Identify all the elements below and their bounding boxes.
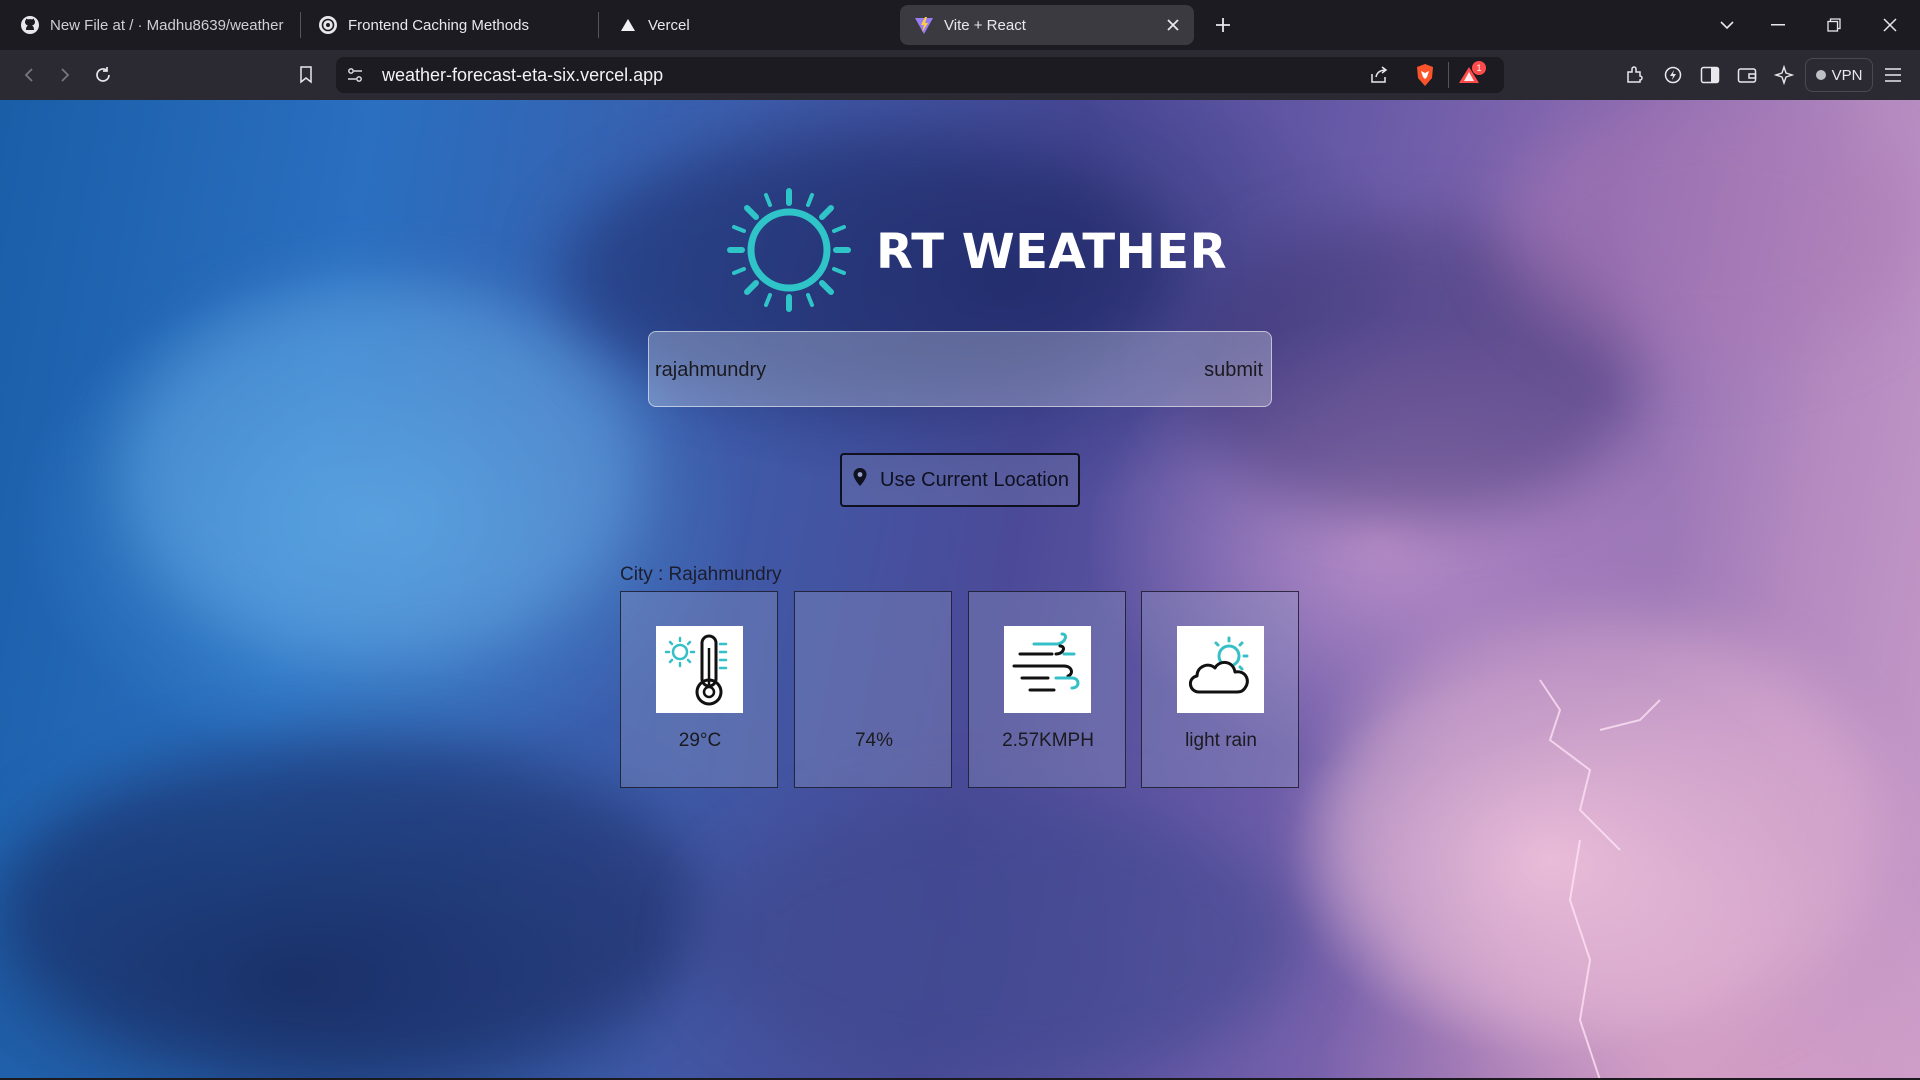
app-title: RT WEATHER	[876, 224, 1228, 280]
extensions-icon[interactable]	[1620, 60, 1650, 90]
map-pin-icon	[852, 467, 868, 493]
city-label: City : Rajahmundry	[620, 564, 782, 585]
close-window-icon[interactable]	[1872, 10, 1908, 40]
back-icon[interactable]	[14, 60, 44, 90]
sidebar-toggle-icon[interactable]	[1695, 60, 1725, 90]
app-header: RT WEATHER	[724, 187, 1227, 317]
toolbar-separator	[1448, 62, 1449, 88]
wind-speed-value: 2.57KMPH	[1002, 730, 1094, 751]
tab-list-chevron-icon[interactable]	[1709, 10, 1745, 40]
partly-cloudy-icon	[1177, 626, 1264, 713]
sun-logo-icon	[724, 185, 854, 320]
menu-icon[interactable]	[1878, 60, 1908, 90]
background-cloud	[1500, 100, 1920, 360]
chatgpt-icon	[318, 15, 338, 35]
vpn-status-icon	[1815, 70, 1826, 80]
city-search-input[interactable]	[655, 350, 1175, 390]
github-icon	[20, 15, 40, 35]
bookmark-icon[interactable]	[291, 60, 321, 90]
close-tab-icon[interactable]	[1162, 14, 1184, 36]
vpn-label: VPN	[1831, 66, 1863, 84]
forward-icon[interactable]	[50, 60, 80, 90]
url-text[interactable]: weather-forecast-eta-six.vercel.app	[382, 64, 663, 86]
speedreader-icon[interactable]	[1658, 60, 1688, 90]
tab-vercel[interactable]: Vercel	[604, 5, 894, 45]
tab-frontend-caching[interactable]: Frontend Caching Methods	[304, 5, 594, 45]
location-button-label: Use Current Location	[880, 468, 1069, 491]
temperature-card: 29°C	[620, 591, 778, 788]
humidity-value: 74%	[854, 730, 894, 751]
background-cloud	[120, 280, 640, 660]
site-settings-icon[interactable]	[340, 60, 370, 90]
search-form: submit	[648, 331, 1272, 407]
tab-title: New File at / · Madhu8639/weather	[50, 16, 284, 34]
use-current-location-button[interactable]: Use Current Location	[840, 453, 1080, 507]
condition-card: light rain	[1141, 591, 1299, 788]
tab-title: Frontend Caching Methods	[348, 16, 529, 34]
reload-icon[interactable]	[88, 60, 118, 90]
tab-vite-react[interactable]: Vite + React	[900, 5, 1194, 45]
notification-badge: 1	[1472, 61, 1486, 75]
tab-title: Vercel	[648, 16, 690, 34]
tab-separator	[300, 12, 301, 38]
vite-icon	[914, 15, 934, 35]
tab-bar: New File at / · Madhu8639/weather Fronte…	[0, 0, 1920, 50]
submit-button[interactable]: submit	[1202, 350, 1265, 390]
vpn-button[interactable]: VPN	[1805, 58, 1873, 92]
wind-card: 2.57KMPH	[968, 591, 1126, 788]
lightning-bolt	[1539, 679, 1661, 1078]
tab-title: Vite + React	[944, 16, 1026, 34]
brave-shields-icon[interactable]	[1410, 60, 1440, 90]
temperature-value: 29°C	[678, 730, 722, 751]
background-cloud	[700, 800, 1300, 1078]
tab-github[interactable]: New File at / · Madhu8639/weather	[6, 5, 296, 45]
wind-icon	[1004, 626, 1091, 713]
share-icon[interactable]	[1364, 60, 1394, 90]
leo-ai-icon[interactable]	[1769, 60, 1799, 90]
minimize-window-icon[interactable]	[1760, 10, 1796, 40]
restore-window-icon[interactable]	[1816, 10, 1852, 40]
wallet-icon[interactable]	[1732, 60, 1762, 90]
humidity-card: 74%	[794, 591, 952, 788]
vercel-icon	[618, 15, 638, 35]
new-tab-button[interactable]	[1208, 10, 1238, 40]
thermometer-icon	[656, 626, 743, 713]
weather-description-value: light rain	[1185, 730, 1257, 751]
tab-separator	[598, 12, 599, 38]
background-cloud	[0, 740, 700, 1078]
